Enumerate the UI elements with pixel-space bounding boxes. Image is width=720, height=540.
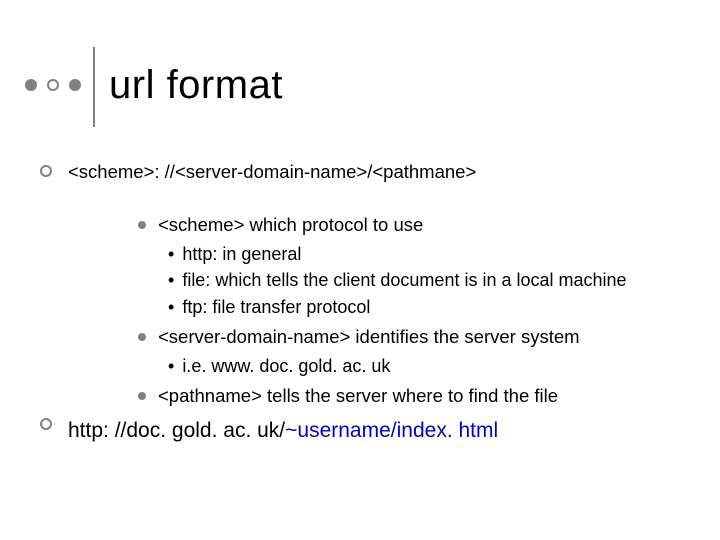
slide-title: url format [109,55,283,105]
dot-bullet-icon: • [168,268,174,292]
slide: url format <scheme>: //<server-domain-na… [0,0,720,540]
bullet-text: http: in general [182,242,301,266]
bullet-level3: • i.e. www. doc. gold. ac. uk [168,354,690,378]
open-circle-icon [40,165,52,177]
bullet-text: file: which tells the client document is… [182,268,626,292]
bullet-level3: • http: in general [168,242,690,266]
bullet-text: <scheme>: //<server-domain-name>/<pathma… [68,160,476,185]
bullet-text: <scheme> which protocol to use [158,213,423,238]
bullet-level1: http: //doc. gold. ac. uk/~username/inde… [40,413,690,445]
url-user-part: ~username/index. html [285,419,498,442]
dot-bullet-icon: • [168,295,174,319]
solid-circle-icon [138,392,146,400]
dot-bullet-icon: • [168,354,174,378]
dot-icon [47,79,59,91]
solid-circle-icon [138,333,146,341]
dot-bullet-icon: • [168,242,174,266]
title-bar: url format [25,55,283,127]
bullet-level1: <scheme>: //<server-domain-name>/<pathma… [40,160,690,185]
bullet-level2: <server-domain-name> identifies the serv… [138,325,690,350]
open-circle-icon [40,418,52,430]
title-dots [25,79,81,91]
bullet-text: ftp: file transfer protocol [182,295,370,319]
dot-icon [69,79,81,91]
solid-circle-icon [138,221,146,229]
vertical-rule [93,47,95,127]
bullet-text: <pathname> tells the server where to fin… [158,384,558,409]
bullet-level3: • file: which tells the client document … [168,268,690,292]
bullet-text: i.e. www. doc. gold. ac. uk [182,354,390,378]
bullet-level2: <scheme> which protocol to use [138,213,690,238]
bullet-text: <server-domain-name> identifies the serv… [158,325,580,350]
bullet-level2: <pathname> tells the server where to fin… [138,384,690,409]
bullet-level3: • ftp: file transfer protocol [168,295,690,319]
example-url: http: //doc. gold. ac. uk/~username/inde… [68,417,498,445]
dot-icon [25,79,37,91]
slide-body: <scheme>: //<server-domain-name>/<pathma… [40,160,690,447]
url-prefix: http: //doc. gold. ac. uk/ [68,419,285,442]
